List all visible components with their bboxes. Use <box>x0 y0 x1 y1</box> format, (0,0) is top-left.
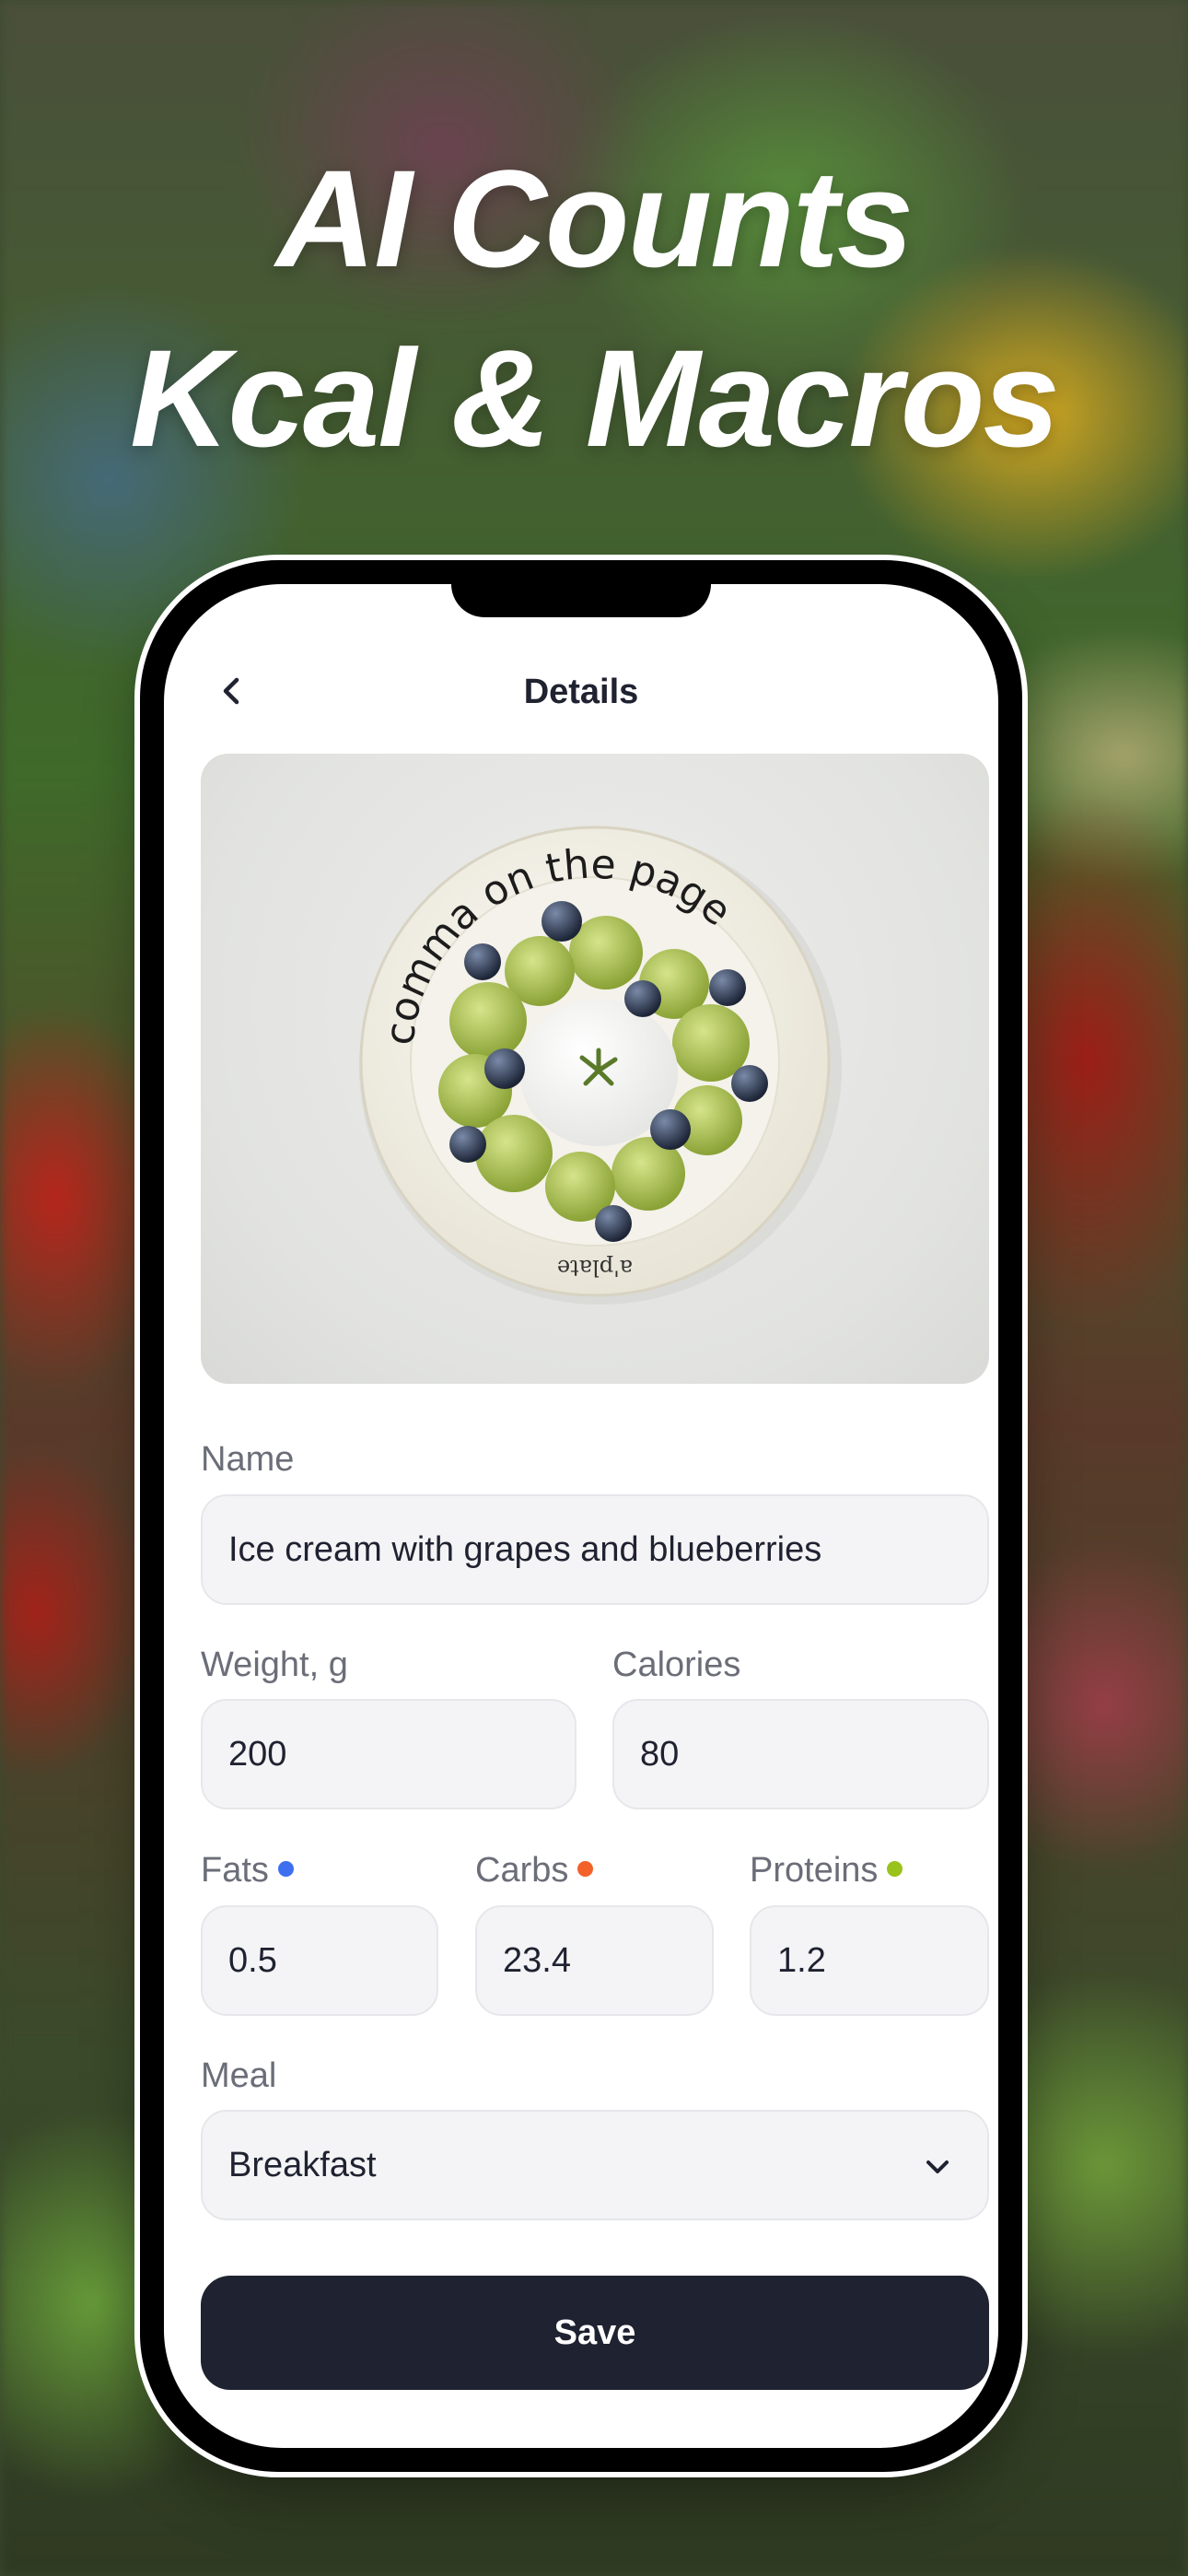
carbs-field[interactable]: 23.4 <box>475 1905 714 2016</box>
fats-label: Fats <box>201 1851 269 1890</box>
plate-illustration: comma on the page a'plate <box>359 825 842 1305</box>
page-title: Details <box>523 673 639 711</box>
calories-field[interactable]: 80 <box>612 1699 989 1809</box>
chevron-left-icon <box>223 677 239 705</box>
name-label: Name <box>201 1440 295 1479</box>
plate-brand: a'plate <box>557 1255 633 1281</box>
name-field[interactable]: Ice cream with grapes and blueberries <box>201 1494 989 1605</box>
fats-label-group: Fats <box>201 1850 294 1891</box>
proteins-color-dot <box>887 1861 903 1878</box>
food-photo: comma on the page a'plate <box>201 754 989 1384</box>
nav-bar: Details <box>164 650 998 733</box>
carbs-label-group: Carbs <box>475 1850 594 1891</box>
meal-label: Meal <box>201 2056 277 2095</box>
proteins-label-group: Proteins <box>750 1850 903 1891</box>
carbs-label: Carbs <box>475 1851 569 1890</box>
proteins-field[interactable]: 1.2 <box>750 1905 989 2016</box>
fats-color-dot <box>277 1861 294 1878</box>
back-button[interactable] <box>204 663 260 719</box>
promo-headline: AI Counts Kcal & Macros <box>0 129 1188 488</box>
save-button[interactable]: Save <box>201 2276 989 2390</box>
headline-line-2: Kcal & Macros <box>130 321 1060 475</box>
meal-select-value: Breakfast <box>228 2145 377 2184</box>
meal-select[interactable]: Breakfast <box>201 2110 989 2220</box>
phone-frame: Details comma on the page a'plate Name I… <box>140 560 1022 2472</box>
carbs-color-dot <box>577 1861 594 1878</box>
phone-notch <box>451 584 711 617</box>
headline-line-1: AI Counts <box>275 141 914 296</box>
weight-label: Weight, g <box>201 1645 348 1684</box>
fats-field[interactable]: 0.5 <box>201 1905 438 2016</box>
calories-label: Calories <box>612 1645 741 1684</box>
chevron-down-icon <box>926 2160 949 2173</box>
app-screen: Details comma on the page a'plate Name I… <box>164 584 998 2448</box>
weight-field[interactable]: 200 <box>201 1699 577 1809</box>
proteins-label: Proteins <box>750 1851 879 1890</box>
